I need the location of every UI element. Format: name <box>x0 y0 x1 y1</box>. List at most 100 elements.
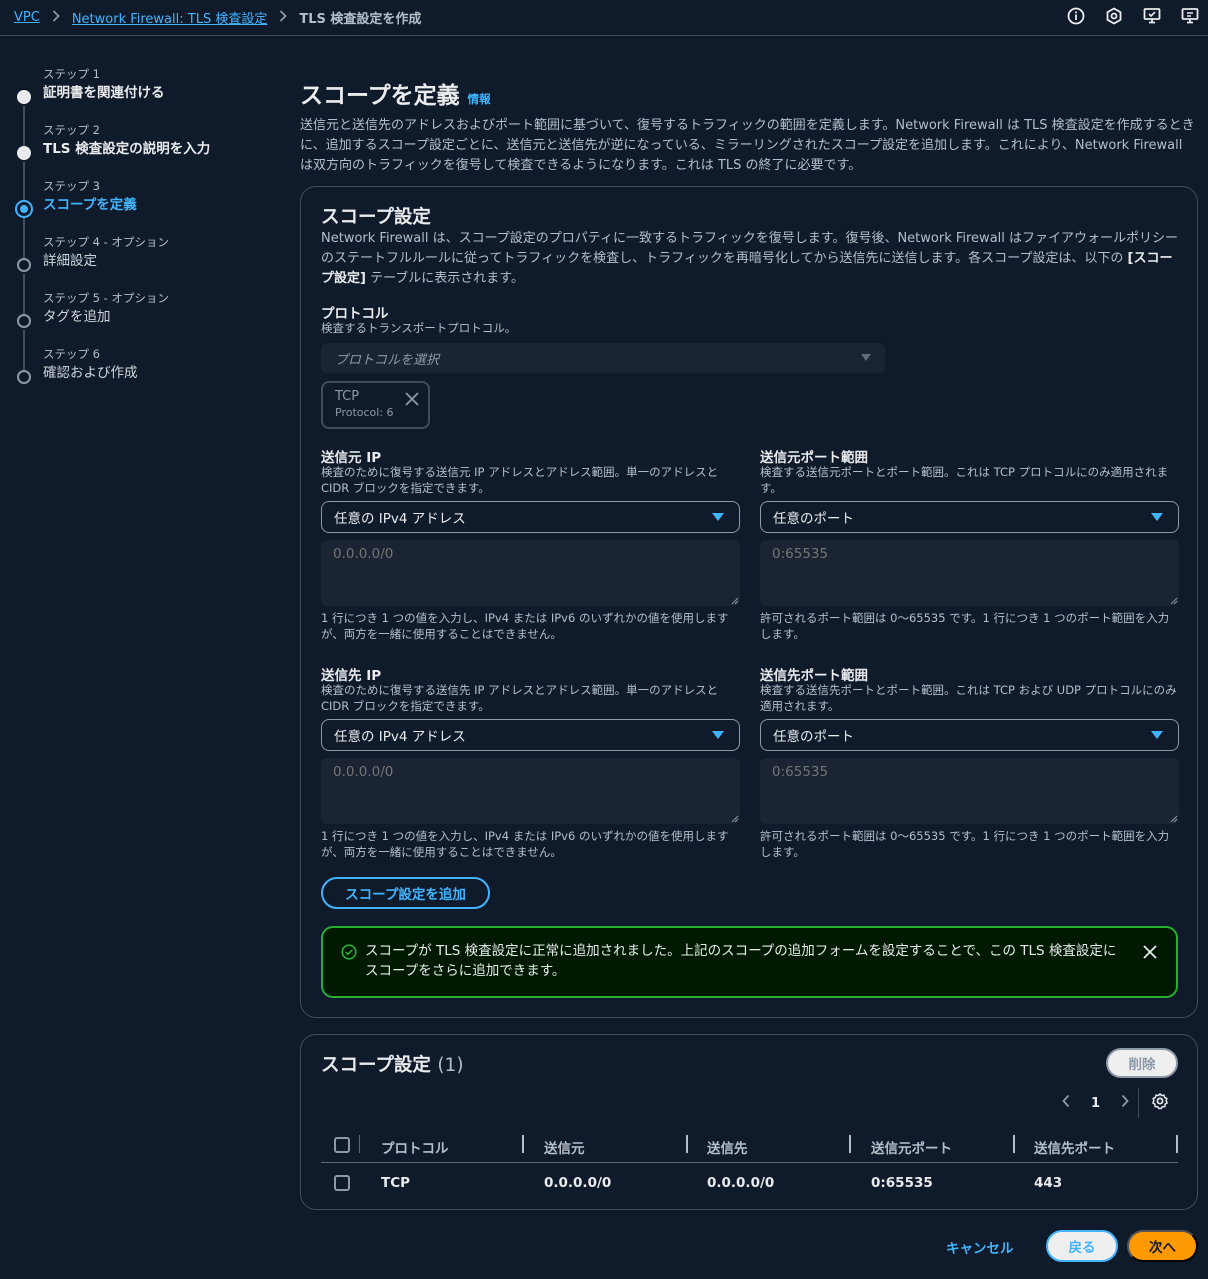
resize-grip-icon[interactable] <box>731 597 739 605</box>
cell-source-port: 0:65535 <box>871 1175 933 1191</box>
dest-ip-hint: 1 行につき 1 つの値を入力し、IPv4 または IPv6 のいずれかの値を使… <box>321 829 729 859</box>
step-1[interactable]: ステップ 1 証明書を関連付ける <box>16 64 256 146</box>
top-bar: VPC Network Firewall: TLS 検査設定 TLS 検査設定を… <box>0 0 1208 36</box>
breadcrumb-tls-config[interactable]: Network Firewall: TLS 検査設定 <box>72 8 268 27</box>
source-ip-hint: 1 行につき 1 つの値を入力し、IPv4 または IPv6 のいずれかの値を使… <box>321 611 729 641</box>
source-port-select[interactable]: 任意のポート <box>760 501 1179 533</box>
dest-ip-select[interactable]: 任意の IPv4 アドレス <box>321 719 740 751</box>
column-divider[interactable] <box>1176 1135 1178 1153</box>
step-number: ステップ 5 - オプション <box>43 291 169 305</box>
source-ip-textarea[interactable] <box>321 540 740 606</box>
flash-message: スコープが TLS 検査設定に正常に追加されました。上記のスコープの追加フォーム… <box>365 943 1117 979</box>
caret-down-icon <box>712 731 724 739</box>
step-2[interactable]: ステップ 2 TLS 検査設定の説明を入力 <box>16 120 256 202</box>
column-divider[interactable] <box>849 1135 851 1153</box>
info-link[interactable]: 情報 <box>468 91 491 107</box>
step-active-icon <box>15 200 33 218</box>
protocol-token: TCP Protocol: 6 <box>321 381 430 429</box>
column-header[interactable]: 送信元ポート <box>871 1137 952 1157</box>
pager-divider <box>1138 1088 1140 1118</box>
column-divider[interactable] <box>1013 1135 1015 1153</box>
column-header[interactable]: 送信元 <box>544 1137 585 1157</box>
step-label: 詳細設定 <box>43 253 97 269</box>
source-ip-select-value: 任意の IPv4 アドレス <box>334 511 466 527</box>
column-header[interactable]: プロトコル <box>381 1137 449 1157</box>
resize-grip-icon[interactable] <box>1170 815 1178 823</box>
panel-description: Network Firewall は、スコープ設定のプロパティに一致するトラフィ… <box>321 229 1179 289</box>
cell-protocol: TCP <box>381 1175 411 1191</box>
protocol-select[interactable]: プロトコルを選択 <box>321 343 885 373</box>
step-number: ステップ 2 <box>43 123 100 137</box>
dest-port-select[interactable]: 任意のポート <box>760 719 1179 751</box>
main-header: スコープを定義 情報 送信元と送信先のアドレスおよびポート範囲に基づいて、復号す… <box>300 76 1198 176</box>
back-button[interactable]: 戻る <box>1046 1230 1118 1262</box>
source-port-textarea[interactable] <box>760 540 1179 606</box>
panel-title: スコープ設定 <box>321 207 431 228</box>
dest-port-label: 送信先ポート範囲 <box>760 668 868 684</box>
source-port-hint: 許可されるポート範囲は 0～65535 です。1 行につき 1 つのポート範囲を… <box>760 611 1170 641</box>
dest-port-textarea[interactable] <box>760 758 1179 824</box>
source-port-sublabel: 検査する送信元ポートとポート範囲。これは TCP プロトコルにのみ適用されます。 <box>760 465 1169 495</box>
step-done-icon <box>17 90 31 104</box>
breadcrumb-vpc[interactable]: VPC <box>14 10 40 25</box>
select-all-checkbox[interactable] <box>334 1137 350 1153</box>
source-port-label: 送信元ポート範囲 <box>760 450 868 466</box>
page-number[interactable]: 1 <box>1091 1096 1100 1111</box>
caret-down-icon <box>712 513 724 521</box>
step-5[interactable]: ステップ 5 - オプション タグを追加 <box>16 288 256 370</box>
column-divider <box>359 1135 360 1153</box>
resize-grip-icon[interactable] <box>731 815 739 823</box>
column-divider[interactable] <box>686 1135 688 1153</box>
step-number: ステップ 6 <box>43 347 100 361</box>
column-header[interactable]: 送信先ポート <box>1034 1137 1115 1157</box>
step-number: ステップ 4 - オプション <box>43 235 169 249</box>
delete-button[interactable]: 削除 <box>1106 1048 1178 1078</box>
breadcrumb-current: TLS 検査設定を作成 <box>299 12 422 27</box>
close-icon[interactable] <box>1142 944 1158 960</box>
table-row[interactable]: TCP 0.0.0.0/0 0.0.0.0/0 0:65535 443 <box>321 1163 1178 1203</box>
step-label: スコープを定義 <box>43 197 137 213</box>
cancel-button[interactable]: キャンセル <box>946 1237 1014 1257</box>
scope-table: プロトコル 送信元 送信先 送信元ポート 送信先ポート TCP 0.0.0.0/… <box>321 1129 1178 1203</box>
add-scope-button[interactable]: スコープ設定を追加 <box>321 877 490 909</box>
page-description: 送信元と送信先のアドレスおよびポート範囲に基づいて、復号するトラフィックの範囲を… <box>300 118 1195 173</box>
chevron-right-icon <box>279 10 288 25</box>
info-icon[interactable] <box>1066 6 1086 26</box>
success-flashbar: スコープが TLS 検査設定に正常に追加されました。上記のスコープの追加フォーム… <box>321 926 1178 998</box>
chevron-right-icon[interactable] <box>1120 1094 1130 1112</box>
settings-hex-icon[interactable] <box>1104 6 1124 26</box>
success-check-icon <box>341 944 357 960</box>
cell-destination: 0.0.0.0/0 <box>707 1175 775 1191</box>
panel-description-text: テーブルに表示されます。 <box>365 271 525 286</box>
gear-icon[interactable] <box>1151 1092 1169 1114</box>
step-3[interactable]: ステップ 3 スコープを定義 <box>15 176 256 258</box>
table-title: スコープ設定 (1) <box>321 1051 464 1077</box>
column-header[interactable]: 送信先 <box>707 1137 748 1157</box>
step-todo-icon <box>17 258 31 272</box>
resize-grip-icon[interactable] <box>1170 597 1178 605</box>
dest-ip-label: 送信先 IP <box>321 668 382 684</box>
cell-destination-port: 443 <box>1034 1175 1063 1191</box>
step-4[interactable]: ステップ 4 - オプション 詳細設定 <box>16 232 256 314</box>
table-header: プロトコル 送信元 送信先 送信元ポート 送信先ポート <box>321 1129 1178 1163</box>
source-ip-select[interactable]: 任意の IPv4 アドレス <box>321 501 740 533</box>
row-checkbox[interactable] <box>334 1175 350 1191</box>
step-6[interactable]: ステップ 6 確認および作成 <box>16 344 256 400</box>
remove-token-icon[interactable] <box>404 391 420 407</box>
dest-port-sublabel: 検査する送信先ポートとポート範囲。これは TCP および UDP プロトコルにの… <box>760 683 1177 713</box>
chevron-left-icon[interactable] <box>1061 1094 1071 1112</box>
cell-source: 0.0.0.0/0 <box>544 1175 612 1191</box>
step-label: 証明書を関連付ける <box>43 85 165 101</box>
screen-icon[interactable] <box>1180 6 1200 26</box>
token-sub: Protocol: 6 <box>335 406 394 419</box>
feedback-icon[interactable] <box>1142 6 1162 26</box>
source-ip-label: 送信元 IP <box>321 450 382 466</box>
dest-ip-textarea[interactable] <box>321 758 740 824</box>
dest-port-hint: 許可されるポート範囲は 0～65535 です。1 行につき 1 つのポート範囲を… <box>760 829 1170 859</box>
step-number: ステップ 1 <box>43 67 100 81</box>
protocol-placeholder: プロトコルを選択 <box>335 352 440 368</box>
next-button[interactable]: 次へ <box>1127 1230 1198 1262</box>
caret-down-icon <box>1151 731 1163 739</box>
table-title-text: スコープ設定 <box>321 1055 431 1076</box>
column-divider[interactable] <box>522 1135 524 1153</box>
